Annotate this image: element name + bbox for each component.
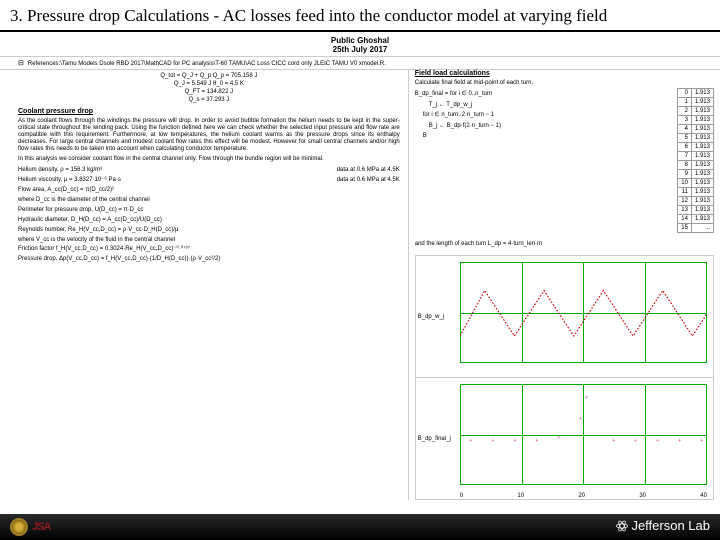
top-equations: Q_tot = Q_J + Q_p Q_p = 705.158 J Q_J = … xyxy=(18,73,400,104)
length-line: and the length of each turn L_dp = 4·tur… xyxy=(415,241,714,247)
jlab-logo: Jefferson Lab xyxy=(615,518,710,535)
def-hydraulic: Hydraulic diameter, D_H(D_cc) = A_cc(D_c… xyxy=(18,217,400,224)
pseudo-code: B_dp_final = for i ∈ 0..n_turn T_j ← T_d… xyxy=(415,88,672,233)
footer-bar: JSA Jefferson Lab xyxy=(0,514,720,540)
doc-author: Public Ghoshal xyxy=(0,36,720,45)
content-area: Public Ghoshal 25th July 2017 References… xyxy=(0,32,720,492)
paragraph-1: As the coolant flows through the winding… xyxy=(18,118,400,152)
right-column: Field load calculations Calculate final … xyxy=(408,70,714,500)
def-perimeter: Perimeter for pressure drop, U(D_cc) = π… xyxy=(18,207,400,214)
doc-date: 25th July 2017 xyxy=(0,45,720,54)
right-heading: Field load calculations xyxy=(415,70,714,77)
def-dcc-note: where D_cc is the diameter of the centra… xyxy=(18,197,400,204)
jsa-logo: JSA xyxy=(32,521,50,533)
doe-seal-icon xyxy=(10,518,28,536)
def-friction: Friction factor f_H(V_cc,D_cc) = 0.3024·… xyxy=(18,246,400,253)
paragraph-2: In this analysis we consider coolant flo… xyxy=(18,156,400,163)
def-viscosity: Helium viscosity, μ = 3.8327·10⁻⁶ Pa·s d… xyxy=(18,177,400,184)
def-vcc-note: where V_cc is the velocity of the fluid … xyxy=(18,237,400,244)
data-table: 01.91311.91321.91331.91341.91351.91361.9… xyxy=(677,88,714,233)
def-reynolds: Reynolds number, Re_H(V_cc,D_cc) = ρ·V_c… xyxy=(18,227,400,234)
chart2-points: ++++++++++++ xyxy=(460,384,707,485)
def-pressure-drop: Pressure drop, Δp(V_cc,D_cc) = f_H(V_cc,… xyxy=(18,256,400,263)
chart-top: B_dp_w_j xyxy=(416,256,713,377)
right-subhead: Calculate final field at mid-point of ea… xyxy=(415,80,714,86)
chart1-line xyxy=(460,283,707,344)
def-flow-area: Flow area, A_cc(D_cc) = π(D_cc/2)² xyxy=(18,187,400,194)
reference-path: References:\Tamu Models Dsole RBD 2017\M… xyxy=(0,56,720,70)
chart-bottom: B_dp_final_j ++++++++++++ 0 10 20 30 xyxy=(416,377,713,499)
slide-title: 3. Pressure drop Calculations - AC losse… xyxy=(0,0,720,32)
def-density: Helium density, ρ = 156.3 kg/m³ data at … xyxy=(18,167,400,174)
chart-xaxis: 0 10 20 30 40 xyxy=(460,493,707,499)
left-column: Q_tot = Q_J + Q_p Q_p = 705.158 J Q_J = … xyxy=(18,70,408,500)
charts-panel: B_dp_w_j B_d xyxy=(415,255,714,500)
section-heading: Coolant pressure drop xyxy=(18,108,400,116)
chart1-ylabel: B_dp_w_j xyxy=(418,314,444,320)
doc-header: Public Ghoshal 25th July 2017 xyxy=(0,36,720,54)
jlab-atom-icon xyxy=(615,519,629,536)
chart2-ylabel: B_dp_final_j xyxy=(418,436,451,442)
